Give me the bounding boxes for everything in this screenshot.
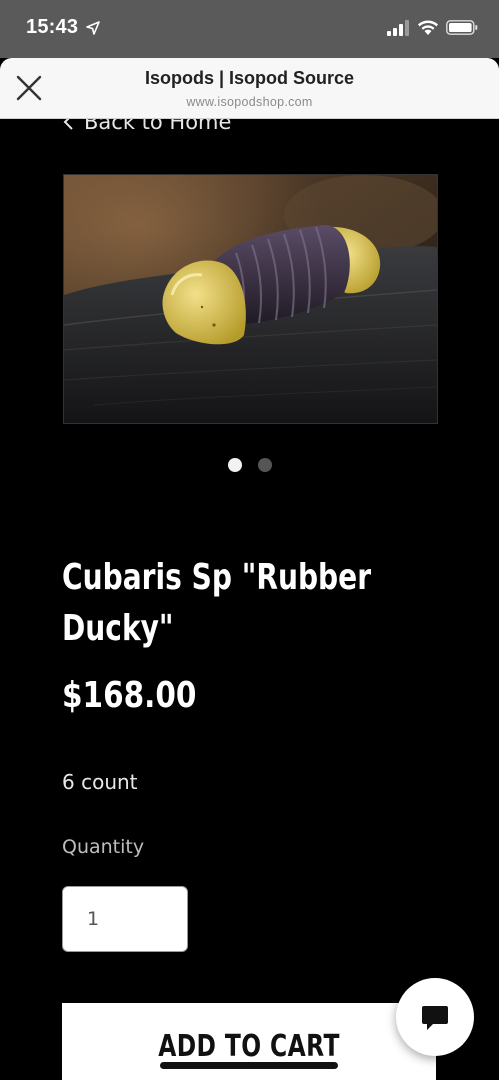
carousel-dot-1[interactable] (227, 458, 242, 472)
add-to-cart-button[interactable]: ADD TO CART (62, 1003, 436, 1080)
status-bar: 15:43 (0, 0, 499, 58)
product-price: $168.00 (62, 675, 197, 716)
isopod-illustration (64, 175, 437, 423)
status-time: 15:43 (26, 16, 79, 38)
battery-icon (446, 20, 478, 35)
add-to-cart-label: ADD TO CART (158, 1029, 340, 1064)
site-title: Isopods | Isopod Source (144, 68, 355, 88)
product-count: 6 count (62, 770, 138, 794)
chat-bubble-icon (422, 1006, 448, 1030)
product-title: Cubaris Sp "Rubber Ducky" (62, 557, 372, 649)
add-to-cart-underline (160, 1062, 338, 1069)
wifi-icon (418, 20, 438, 35)
carousel-dots (0, 458, 499, 472)
carousel-dot-2[interactable] (257, 458, 272, 472)
quantity-label: Quantity (62, 836, 145, 858)
cellular-signal-icon (387, 20, 409, 36)
chat-button[interactable] (396, 978, 474, 1056)
location-arrow-icon (86, 21, 100, 35)
site-url: www.isopodshop.com (186, 95, 313, 109)
status-icons (379, 18, 479, 38)
product-photo[interactable] (63, 174, 438, 424)
browser-header: Isopods | Isopod Source www.isopodshop.c… (0, 58, 499, 118)
quantity-input[interactable] (62, 886, 188, 952)
page: 15:43 Back to Home Isopods | Isopod Sour… (0, 0, 499, 1080)
